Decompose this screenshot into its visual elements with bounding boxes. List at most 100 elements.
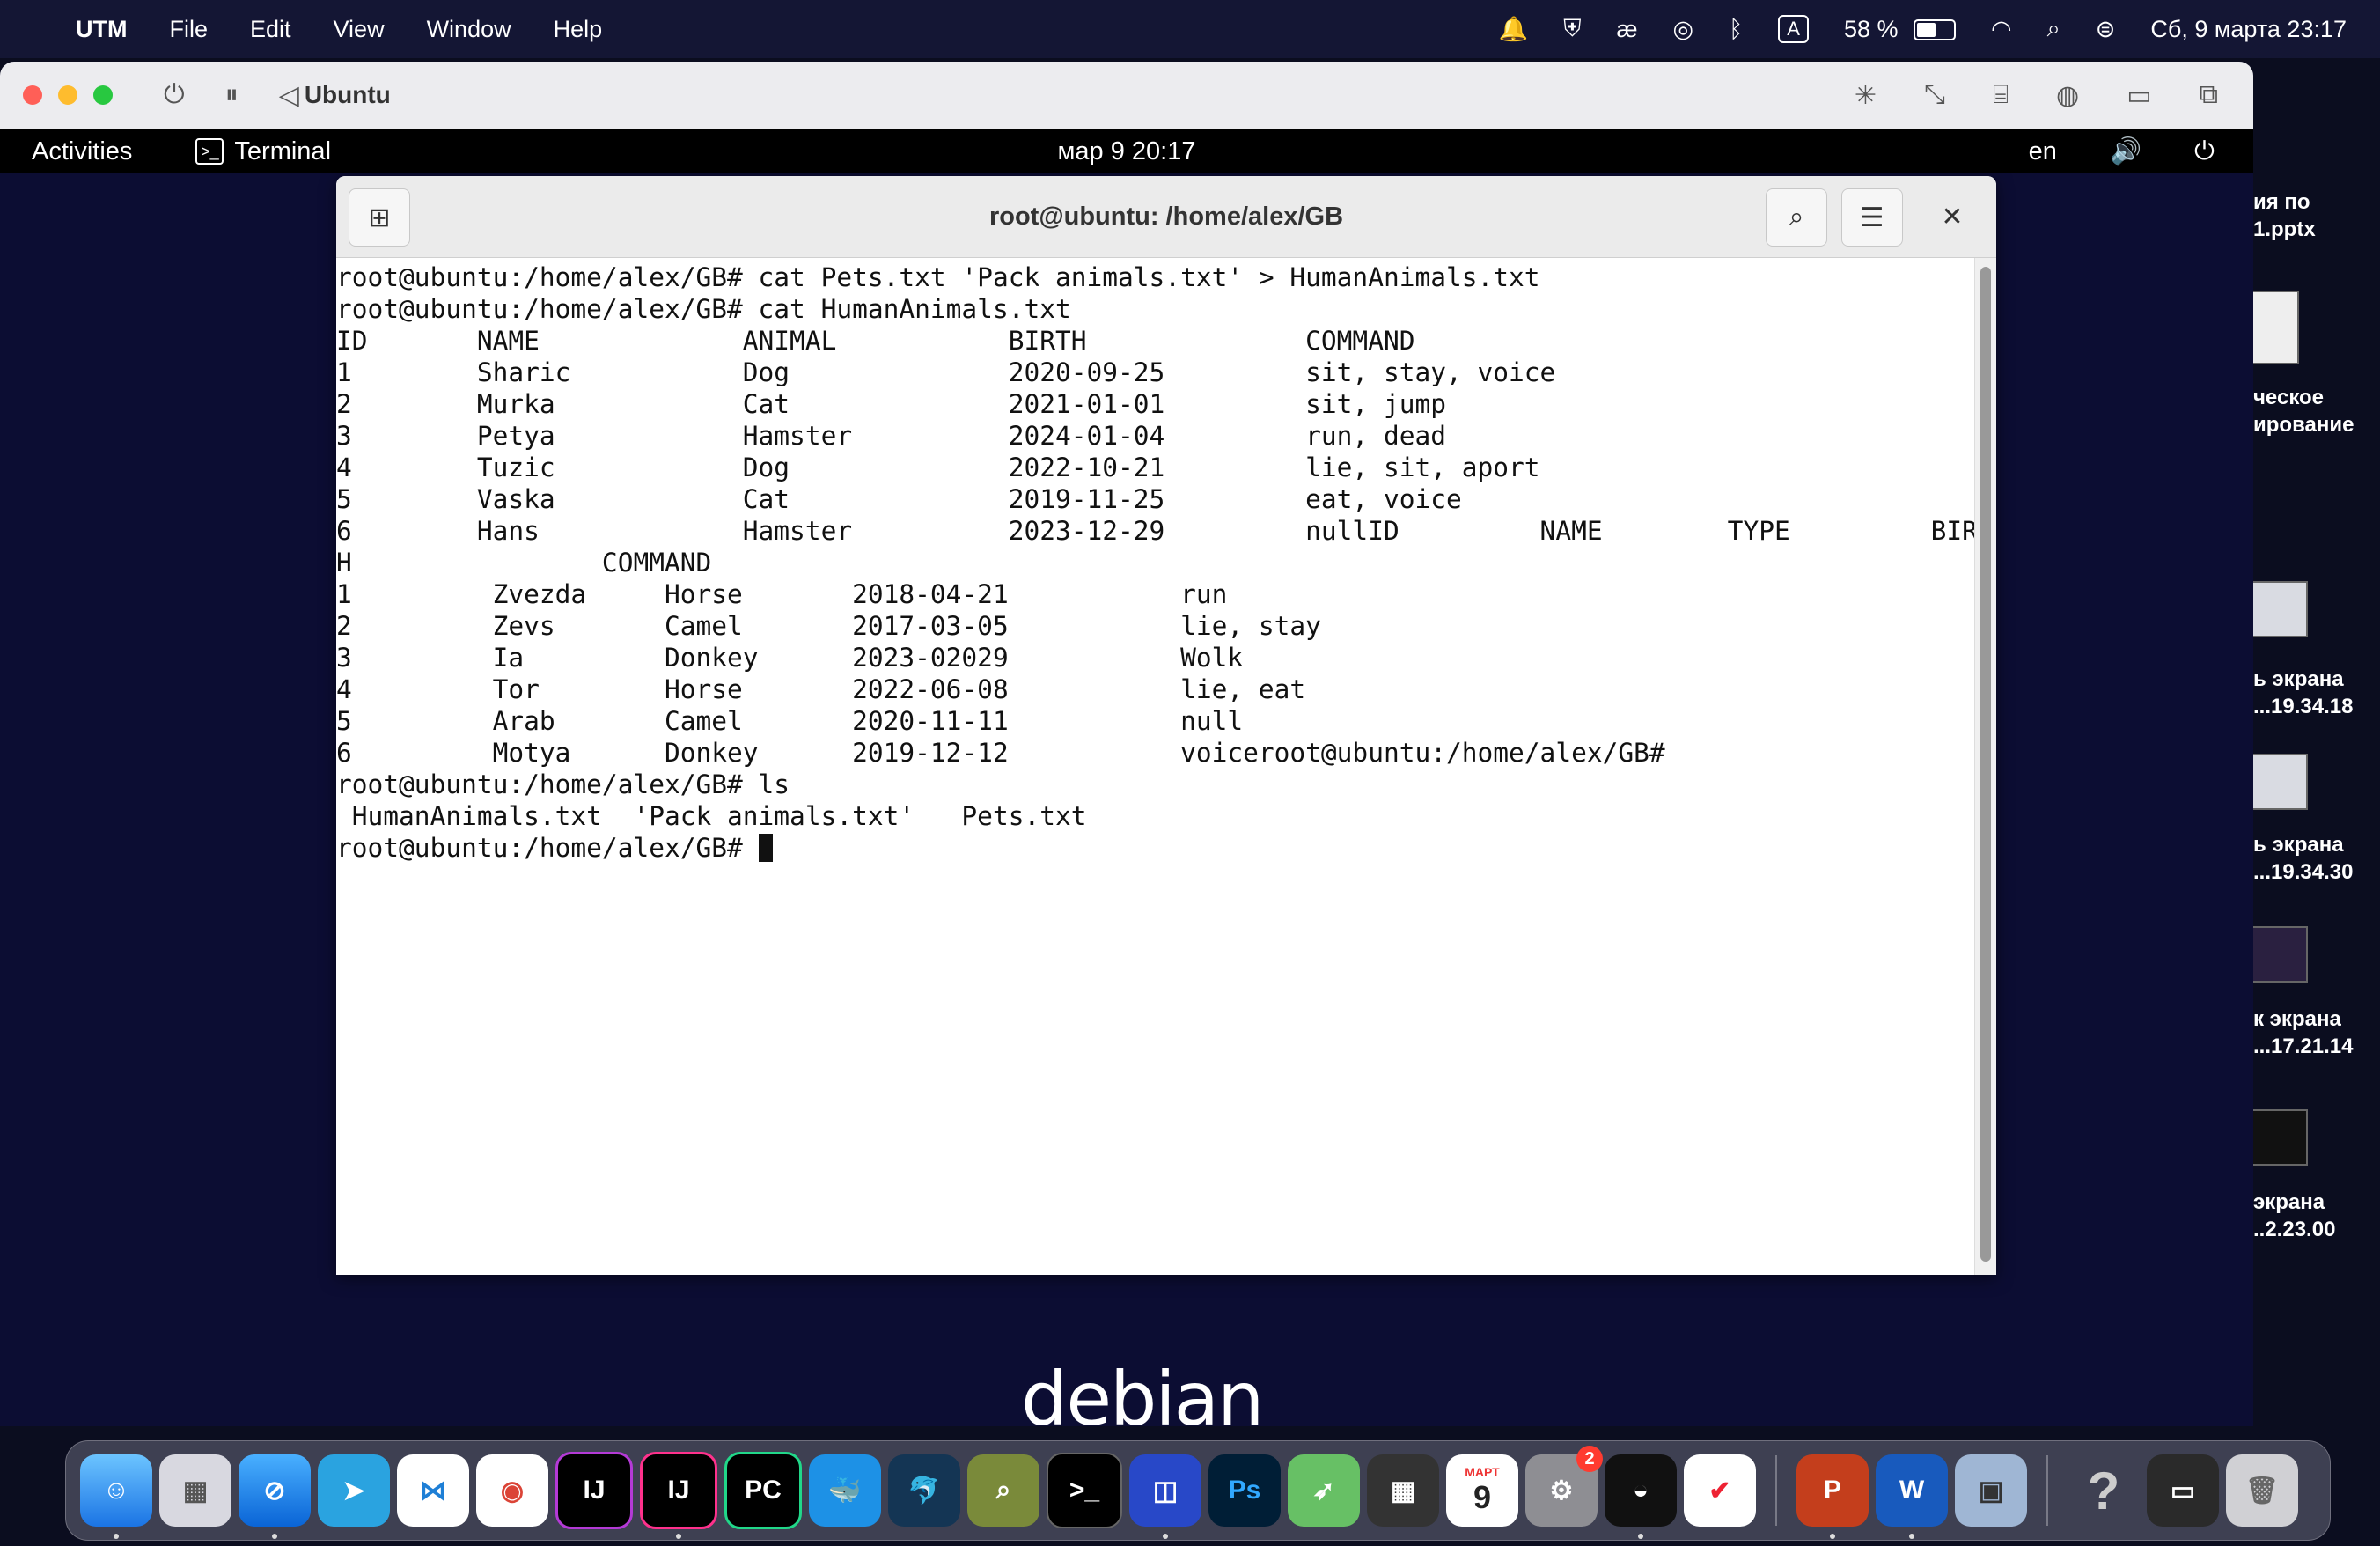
gnome-clock[interactable]: мар 9 20:17: [0, 137, 2253, 166]
ae-icon[interactable]: æ: [1617, 16, 1638, 43]
input-language[interactable]: en: [2029, 137, 2057, 166]
recent-window-thumbnail[interactable]: ▭: [2147, 1454, 2219, 1527]
desktop-file-label[interactable]: ь экрана ...19.34.30: [2253, 831, 2376, 886]
telegram-icon[interactable]: ➤: [318, 1454, 390, 1527]
minimize-window-button[interactable]: [58, 85, 77, 105]
preview-icon[interactable]: ▣: [1955, 1454, 2027, 1527]
trash-icon[interactable]: 🗑: [2226, 1454, 2298, 1527]
desktop-screenshot-thumbnail[interactable]: [2251, 754, 2308, 810]
db-browser-icon[interactable]: ⌕: [967, 1454, 1039, 1527]
chrome-icon[interactable]: ◉: [476, 1454, 548, 1527]
window-controls: [23, 85, 113, 105]
menu-view[interactable]: View: [334, 16, 385, 43]
windows-icon[interactable]: ⧉: [2200, 80, 2218, 111]
terminal-title: root@ubuntu: /home/alex/GB: [988, 202, 1344, 231]
vscode-icon[interactable]: ⋈: [397, 1454, 469, 1527]
desktop-screenshot-thumbnail[interactable]: [2251, 926, 2308, 983]
desktop-file-label[interactable]: экрана ..2.23.00: [2253, 1189, 2376, 1243]
debian-logo: debian: [1021, 1356, 1264, 1426]
desktop-screenshot-thumbnail[interactable]: [2251, 1109, 2308, 1166]
system-settings-icon[interactable]: ⚙ 2: [1525, 1446, 1603, 1527]
keyboard-layout-badge[interactable]: A: [1778, 15, 1809, 43]
terminal-line: 3 Petya Hamster 2024-01-04 run, dead: [336, 421, 1446, 451]
resize-icon[interactable]: ⤡: [1924, 80, 1945, 111]
desktop-file-thumbnail[interactable]: [2251, 291, 2299, 364]
terminal-line: ID NAME ANIMAL BIRTH COMMAND: [336, 326, 1415, 356]
scrollbar-thumb[interactable]: [1980, 267, 1991, 1262]
powerpoint-icon[interactable]: P: [1796, 1454, 1869, 1539]
menu-window[interactable]: Window: [427, 16, 511, 43]
notification-icon[interactable]: 🔔: [1499, 15, 1529, 43]
terminal-line: HumanAnimals.txt 'Pack animals.txt' Pets…: [336, 801, 1087, 831]
pycharm-icon[interactable]: PC: [724, 1452, 802, 1529]
terminal-icon: >_: [195, 138, 224, 165]
hamburger-icon: ☰: [1860, 202, 1884, 232]
menu-file[interactable]: File: [169, 16, 208, 43]
new-tab-button[interactable]: ⊞: [349, 188, 410, 247]
shield-icon[interactable]: ⛨: [1563, 15, 1581, 43]
terminal-output[interactable]: root@ubuntu:/home/alex/GB# cat Pets.txt …: [336, 258, 1975, 1278]
qbittorrent-icon[interactable]: ◒: [1605, 1454, 1677, 1539]
desktop-file-label[interactable]: ческое ирование: [2253, 384, 2376, 438]
dock-separator: [1775, 1455, 1777, 1526]
intellij-icon[interactable]: IJ: [640, 1452, 717, 1539]
pause-icon[interactable]: ⏸: [225, 80, 239, 110]
utm-app-icon[interactable]: ◫: [1129, 1454, 1201, 1539]
desktop-file-label[interactable]: ия по 1.pptx: [2253, 188, 2376, 243]
close-window-button[interactable]: [23, 85, 42, 105]
intellij-ce-icon[interactable]: IJ: [555, 1452, 633, 1529]
airdrop-icon[interactable]: ◎: [1673, 16, 1694, 43]
power-icon[interactable]: ⏻: [164, 80, 185, 110]
bluetooth-icon[interactable]: ᛒ: [1729, 16, 1743, 43]
menubar-datetime[interactable]: Сб, 9 марта 23:17: [2150, 16, 2347, 43]
drive-icon[interactable]: ◍: [2056, 80, 2079, 111]
battery-percent: 58 %: [1843, 15, 1899, 42]
desktop-file-text: экрана ..2.23.00: [2253, 1190, 2336, 1241]
app-menu-terminal[interactable]: >_ Terminal: [195, 137, 331, 166]
terminal-scrollbar[interactable]: [1974, 258, 1996, 1275]
menu-app-name[interactable]: UTM: [76, 16, 127, 43]
mysql-workbench-icon[interactable]: 🐬: [888, 1454, 960, 1527]
debian-wordmark: debian: [1021, 1356, 1264, 1426]
control-center-icon[interactable]: ⊜: [2096, 16, 2116, 43]
desktop-file-label[interactable]: к экрана ...17.21.14: [2253, 1005, 2376, 1060]
menu-help[interactable]: Help: [554, 16, 603, 43]
wifi-icon[interactable]: ◠: [1991, 16, 2012, 43]
gnome-top-bar: Activities >_ Terminal мар 9 20:17 en 🔊 …: [0, 129, 2253, 173]
desktop-screenshot-thumbnail[interactable]: [2251, 581, 2308, 637]
utm-toolbar: ⏻ ⏸ ◁ Ubuntu ✳ ⤡ ⌸ ◍ ▭ ⧉: [0, 62, 2253, 129]
terminal-search-button[interactable]: ⌕: [1766, 188, 1827, 247]
terminal-line: 1 Zvezda Horse 2018-04-21 run: [336, 579, 1228, 609]
terminal-line: 2 Zevs Camel 2017-03-05 lie, stay: [336, 611, 1321, 641]
terminal-line: 6 Motya Donkey 2019-12-12 voiceroot@ubun…: [336, 738, 1665, 768]
safari-icon[interactable]: ⊘: [239, 1454, 311, 1539]
terminal-menu-button[interactable]: ☰: [1841, 188, 1903, 247]
launchpad-icon[interactable]: ▦: [159, 1454, 231, 1527]
calendar-icon[interactable]: МАРТ 9: [1446, 1454, 1518, 1527]
search-icon[interactable]: ⌕: [2047, 15, 2060, 43]
docker-icon[interactable]: 🐳: [809, 1454, 881, 1527]
desktop-file-label[interactable]: ь экрана ...19.34.18: [2253, 666, 2376, 720]
back-icon[interactable]: ◁: [279, 80, 299, 111]
photoshop-icon[interactable]: Ps: [1208, 1454, 1281, 1527]
terminal-app-icon[interactable]: >_: [1047, 1453, 1122, 1528]
usb-icon[interactable]: ⌸: [1993, 80, 2009, 111]
terminal-line: 4 Tuzic Dog 2022-10-21 lie, sit, aport: [336, 453, 1540, 482]
display-settings-icon[interactable]: ✳: [1855, 80, 1877, 111]
maps-icon[interactable]: ➶: [1288, 1454, 1360, 1527]
volume-icon[interactable]: 🔊: [2110, 136, 2141, 166]
battery-status[interactable]: 58 %: [1843, 15, 1957, 43]
shared-folder-icon[interactable]: ▭: [2127, 80, 2151, 111]
menu-edit[interactable]: Edit: [250, 16, 291, 43]
finder-icon[interactable]: ☺: [80, 1454, 152, 1539]
anydesk-icon[interactable]: ✔: [1684, 1454, 1756, 1527]
power-menu-icon[interactable]: ⏻: [2194, 137, 2215, 166]
desktop-file-text: ь экрана ...19.34.18: [2253, 667, 2354, 718]
terminal-line: 4 Tor Horse 2022-06-08 lie, eat: [336, 674, 1306, 704]
calculator-icon[interactable]: ▦: [1367, 1454, 1439, 1527]
zoom-window-button[interactable]: [93, 85, 113, 105]
help-icon[interactable]: ?: [2068, 1454, 2140, 1527]
terminal-close-button[interactable]: ✕: [1931, 195, 1973, 238]
activities-button[interactable]: Activities: [32, 137, 132, 166]
word-icon[interactable]: W: [1876, 1454, 1948, 1539]
